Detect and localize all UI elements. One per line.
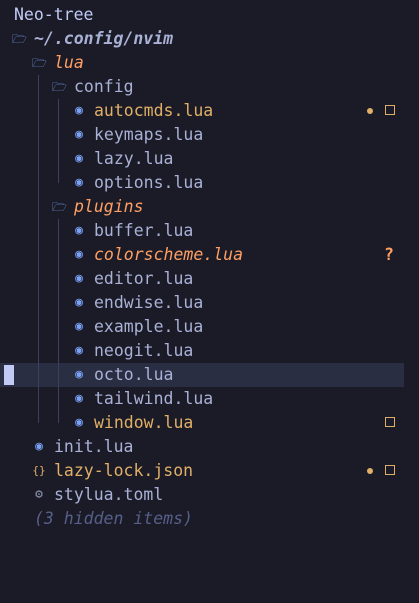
tree-root[interactable]: 🗁 ~/.config/nvim [0, 27, 419, 51]
lua-icon: ◉ [35, 439, 43, 454]
file-row[interactable]: {} lazy-lock.json [0, 459, 419, 483]
folder-plugins[interactable]: 🗁 plugins [0, 195, 419, 219]
file-label: window.lua [94, 413, 194, 432]
cursor [4, 365, 14, 385]
modified-dot-icon [367, 468, 373, 474]
indent-guide [58, 363, 59, 387]
file-row[interactable]: ◉ colorscheme.lua ? [0, 243, 419, 267]
indent-guide [38, 123, 39, 147]
git-modified-icon [385, 417, 395, 427]
folder-lua-label: lua [54, 53, 84, 72]
folder-open-icon: 🗁 [32, 56, 47, 70]
file-label: editor.lua [94, 269, 194, 288]
indent-guide [58, 267, 59, 291]
file-row[interactable]: ⚙ stylua.toml [0, 483, 419, 507]
gear-icon: ⚙ [35, 487, 43, 502]
folder-plugins-label: plugins [74, 197, 144, 216]
folder-open-icon: 🗁 [52, 200, 67, 214]
indent-guide [38, 195, 39, 219]
indent-guide [58, 123, 59, 147]
indent-guide [58, 315, 59, 339]
file-label: lazy-lock.json [54, 461, 194, 480]
lua-icon: ◉ [75, 223, 83, 238]
file-label: colorscheme.lua [94, 245, 244, 264]
folder-open-icon: 🗁 [12, 32, 27, 46]
lua-icon: ◉ [75, 319, 83, 334]
indent-guide [38, 171, 39, 195]
file-label: options.lua [94, 173, 204, 192]
git-modified-icon [385, 465, 395, 475]
indent-guide [38, 267, 39, 291]
folder-config[interactable]: 🗁 config [0, 75, 419, 99]
lua-icon: ◉ [75, 391, 83, 406]
indent-guide [58, 243, 59, 267]
lua-icon: ◉ [75, 343, 83, 358]
hidden-items-label: (3 hidden items) [34, 509, 193, 528]
modified-dot-icon [367, 108, 373, 114]
file-row[interactable]: ◉ example.lua [0, 315, 419, 339]
file-row[interactable]: ◉ editor.lua [0, 267, 419, 291]
file-label: example.lua [94, 317, 204, 336]
lua-icon: ◉ [75, 175, 83, 190]
indent-guide [38, 339, 39, 363]
file-row[interactable]: ◉ autocmds.lua [0, 99, 419, 123]
indent-guide [58, 387, 59, 411]
indent-guide [38, 411, 39, 423]
indent-guide [58, 339, 59, 363]
json-braces-icon: {} [32, 464, 46, 477]
file-label: endwise.lua [94, 293, 204, 312]
indent-guide [58, 147, 59, 171]
file-label: stylua.toml [54, 485, 164, 504]
folder-open-icon: 🗁 [52, 80, 67, 94]
git-modified-icon [385, 105, 395, 115]
indent-guide [38, 99, 39, 123]
indent-guide [38, 243, 39, 267]
file-label: tailwind.lua [94, 389, 214, 408]
indent-guide [58, 411, 59, 423]
hidden-items-row: (3 hidden items) [0, 507, 419, 531]
file-label: octo.lua [94, 365, 174, 384]
indent-guide [38, 147, 39, 171]
lua-icon: ◉ [75, 151, 83, 166]
file-label: init.lua [54, 437, 134, 456]
indent-guide [58, 291, 59, 315]
indent-guide [38, 291, 39, 315]
file-row[interactable]: ◉ window.lua [0, 411, 419, 435]
file-label: keymaps.lua [94, 125, 204, 144]
file-row[interactable]: ◉ tailwind.lua [0, 387, 419, 411]
tree-root-label: ~/.config/nvim [34, 29, 174, 48]
lua-icon: ◉ [75, 103, 83, 118]
panel-title: Neo-tree [14, 5, 94, 24]
lua-icon: ◉ [75, 247, 83, 262]
folder-lua[interactable]: 🗁 lua [0, 51, 419, 75]
file-row[interactable]: ◉ options.lua [0, 171, 419, 195]
indent-guide [38, 75, 39, 99]
file-label: autocmds.lua [94, 101, 214, 120]
lua-icon: ◉ [75, 295, 83, 310]
indent-guide [38, 387, 39, 411]
lua-icon: ◉ [75, 127, 83, 142]
file-label: buffer.lua [94, 221, 194, 240]
file-row-selected[interactable]: ◉ octo.lua [0, 363, 404, 387]
file-label: lazy.lua [94, 149, 174, 168]
file-tree: 🗁 ~/.config/nvim 🗁 lua 🗁 config ◉ autocm… [0, 27, 419, 531]
lua-icon: ◉ [75, 271, 83, 286]
file-label: neogit.lua [94, 341, 194, 360]
file-row[interactable]: ◉ neogit.lua [0, 339, 419, 363]
indent-guide [58, 219, 59, 243]
indent-guide [58, 99, 59, 123]
file-row[interactable]: ◉ keymaps.lua [0, 123, 419, 147]
git-untracked-icon: ? [384, 245, 394, 264]
folder-config-label: config [74, 77, 134, 96]
file-row[interactable]: ◉ lazy.lua [0, 147, 419, 171]
file-row[interactable]: ◉ endwise.lua [0, 291, 419, 315]
indent-guide [38, 219, 39, 243]
indent-guide [38, 363, 39, 387]
indent-guide [58, 171, 59, 183]
file-row[interactable]: ◉ buffer.lua [0, 219, 419, 243]
lua-icon: ◉ [75, 415, 83, 430]
indent-guide [38, 315, 39, 339]
file-row[interactable]: ◉ init.lua [0, 435, 419, 459]
lua-icon: ◉ [75, 367, 83, 382]
